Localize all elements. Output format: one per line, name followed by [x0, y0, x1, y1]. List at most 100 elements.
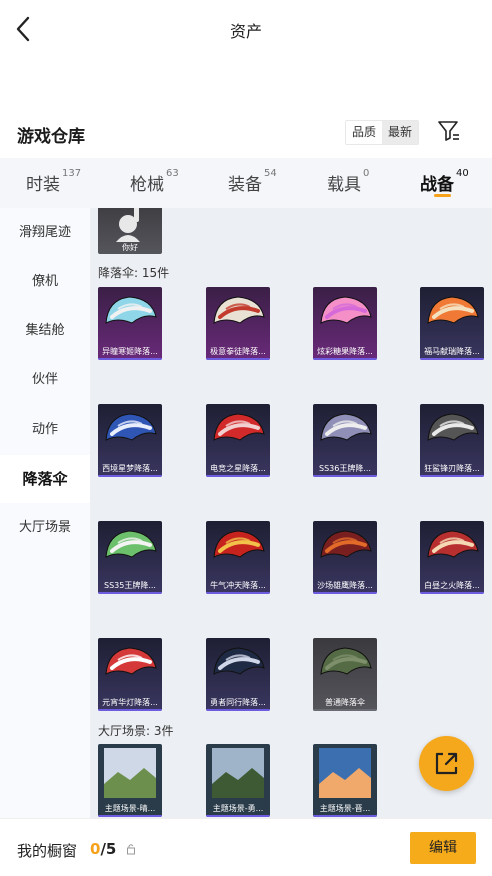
parachute-icon	[213, 530, 265, 558]
parachute-card[interactable]: 白昼之火降落...	[420, 521, 484, 594]
rarity-bar	[206, 475, 270, 477]
rarity-bar	[206, 592, 270, 594]
parachute-icon	[427, 296, 479, 324]
card-label: SS36王牌降...	[319, 464, 371, 473]
sidebar-item-assembly-pod[interactable]: 集结舱	[0, 307, 90, 355]
parachute-card[interactable]: 极意拳徒降落...	[206, 287, 270, 360]
parachute-section-title: 降落伞: 15件	[98, 266, 170, 280]
card-label: 勇者同行降落...	[210, 698, 266, 707]
card-label: 狂鲨锋刃降落...	[424, 464, 480, 473]
parachute-icon	[320, 413, 372, 441]
parachute-card[interactable]: 异瞳寒姬降落...	[98, 287, 162, 360]
rarity-bar	[313, 709, 377, 711]
card-label: 福马献瑞降落...	[424, 347, 480, 356]
parachute-icon	[213, 413, 265, 441]
scene-thumbnail-icon	[104, 748, 156, 798]
app-root: 资产 游戏仓库 品质 最新 时装137 枪械63 装备54 载具0 战备40 滑…	[0, 0, 492, 876]
bottom-bar: 我的橱窗 0/5 编辑	[0, 818, 492, 876]
rarity-bar	[206, 815, 270, 817]
parachute-card[interactable]: 勇者同行降落...	[206, 638, 270, 711]
card-label: 沙场雄鹰降落...	[317, 581, 373, 590]
tab-vehicles[interactable]: 载具0	[327, 168, 370, 195]
header: 资产	[0, 0, 492, 58]
card-label: 西境星梦降落...	[102, 464, 158, 473]
parachute-card[interactable]: 沙场雄鹰降落...	[313, 521, 377, 594]
parachute-card[interactable]: 电竞之星降落...	[206, 404, 270, 477]
category-tabs: 时装137 枪械63 装备54 载具0 战备40	[0, 158, 492, 208]
share-icon	[435, 752, 458, 775]
filter-icon[interactable]	[437, 118, 461, 144]
rarity-bar	[420, 475, 484, 477]
tab-label: 枪械	[130, 175, 164, 195]
share-button[interactable]	[419, 736, 474, 791]
card-label: 元宵华灯降落...	[102, 698, 158, 707]
scene-thumbnail-icon	[319, 748, 371, 798]
tab-count: 137	[62, 168, 82, 179]
card-label: 主题场景-勇...	[212, 804, 264, 813]
parachute-card[interactable]: 牛气冲天降落...	[206, 521, 270, 594]
tab-label: 战备	[420, 175, 454, 195]
parachute-icon	[427, 530, 479, 558]
tab-readiness[interactable]: 战备40	[420, 168, 469, 195]
parachute-icon	[105, 530, 157, 558]
parachute-icon	[320, 296, 372, 324]
card-label: 主题场景-晋...	[319, 804, 371, 813]
tab-equipment[interactable]: 装备54	[228, 168, 277, 195]
parachute-card[interactable]: 炫彩糖果降落...	[313, 287, 377, 360]
rarity-bar	[313, 358, 377, 360]
sidebar-item-glide-trail[interactable]: 滑翔尾迹	[0, 209, 90, 257]
rarity-bar	[98, 592, 162, 594]
rarity-bar	[98, 815, 162, 817]
parachute-card[interactable]: SS35王牌降...	[98, 521, 162, 594]
sidebar-item-wingman[interactable]: 僚机	[0, 258, 90, 306]
card-label: 异瞳寒姬降落...	[102, 347, 158, 356]
rarity-bar	[420, 592, 484, 594]
tab-weapons[interactable]: 枪械63	[130, 168, 179, 195]
rarity-bar	[98, 709, 162, 711]
parachute-card[interactable]: SS36王牌降...	[313, 404, 377, 477]
card-label: 极意拳徒降落...	[210, 347, 266, 356]
emote-card[interactable]: 你好	[98, 208, 162, 254]
parachute-icon	[105, 296, 157, 324]
showcase-total: 5	[105, 840, 117, 858]
parachute-card[interactable]: 普通降落伞	[313, 638, 377, 711]
tab-count: 40	[456, 168, 469, 179]
rarity-bar	[98, 475, 162, 477]
parachute-icon	[320, 530, 372, 558]
sort-latest-button[interactable]: 最新	[382, 121, 418, 144]
parachute-card[interactable]: 元宵华灯降落...	[98, 638, 162, 711]
card-label: 白昼之火降落...	[424, 581, 480, 590]
tab-count: 0	[363, 168, 370, 179]
tab-label: 装备	[228, 175, 262, 195]
rarity-bar	[206, 358, 270, 360]
avatar-icon	[116, 208, 140, 242]
card-label: 牛气冲天降落...	[210, 581, 266, 590]
scene-card[interactable]: 主题场景-勇...	[206, 744, 270, 817]
active-tab-indicator	[434, 194, 451, 197]
scene-card[interactable]: 主题场景-晴...	[98, 744, 162, 817]
sidebar-item-emote[interactable]: 动作	[0, 406, 90, 454]
sidebar: 滑翔尾迹 僚机 集结舱 伙伴 动作 降落伞 大厅场景	[0, 208, 90, 818]
warehouse-title: 游戏仓库	[17, 127, 85, 147]
parachute-icon	[105, 647, 157, 675]
showcase-label: 我的橱窗	[17, 842, 78, 860]
sidebar-item-lobby-scene[interactable]: 大厅场景	[0, 504, 90, 552]
edit-button[interactable]: 编辑	[410, 832, 476, 864]
parachute-card[interactable]: 西境星梦降落...	[98, 404, 162, 477]
scene-section-title: 大厅场景: 3件	[98, 724, 174, 738]
sidebar-item-parachute[interactable]: 降落伞	[0, 455, 90, 503]
parachute-card[interactable]: 福马献瑞降落...	[420, 287, 484, 360]
tab-fashion[interactable]: 时装137	[26, 168, 82, 195]
card-label: SS35王牌降...	[104, 581, 156, 590]
sidebar-item-companion[interactable]: 伙伴	[0, 356, 90, 404]
tab-label: 载具	[327, 175, 361, 195]
rarity-bar	[420, 358, 484, 360]
sort-quality-button[interactable]: 品质	[346, 121, 382, 144]
parachute-icon	[320, 647, 372, 675]
scene-card[interactable]: 主题场景-晋...	[313, 744, 377, 817]
card-label: 电竞之星降落...	[210, 464, 266, 473]
parachute-card[interactable]: 狂鲨锋刃降落...	[420, 404, 484, 477]
card-label: 普通降落伞	[325, 698, 365, 707]
card-label: 炫彩糖果降落...	[317, 347, 373, 356]
tab-count: 63	[166, 168, 179, 179]
